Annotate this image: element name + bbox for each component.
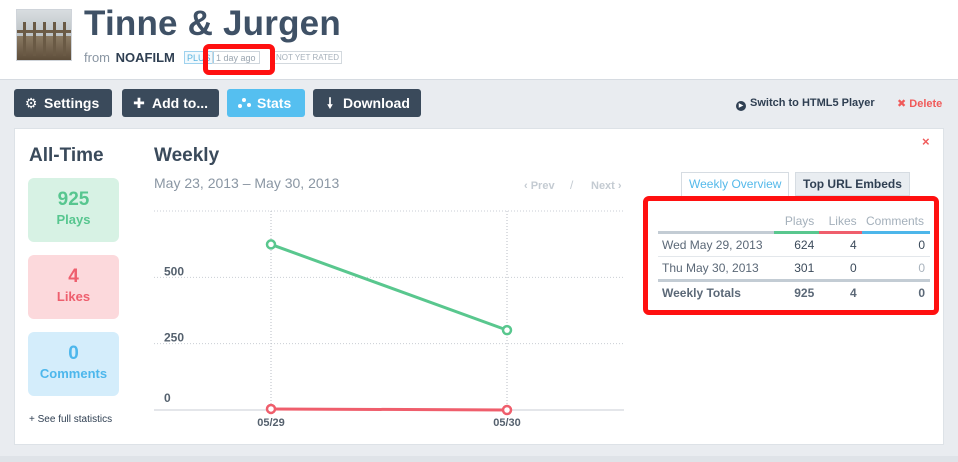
row-date: Thu May 30, 2013 xyxy=(658,256,774,281)
comments-card: 0 Comments xyxy=(28,332,119,396)
table-header-row: Plays Likes Comments xyxy=(658,211,930,234)
next-link[interactable]: Next › xyxy=(591,180,622,192)
x-icon: ✖ xyxy=(897,98,907,110)
full-statistics-link[interactable]: + See full statistics xyxy=(29,414,112,425)
header-comments: Comments xyxy=(861,211,930,234)
stats-button[interactable]: Stats xyxy=(227,89,305,117)
plays-count: 925 xyxy=(57,189,90,210)
likes-count: 4 xyxy=(68,266,79,287)
likes-card: 4 Likes xyxy=(28,255,119,319)
row-plays: 301 xyxy=(773,256,820,281)
stats-icon xyxy=(236,89,252,117)
video-byline: from NOAFILM xyxy=(84,50,175,65)
download-arrow-icon: 🠗 xyxy=(326,95,333,111)
age-badge-highlight xyxy=(203,44,275,75)
add-to-label: Add to... xyxy=(152,95,208,111)
settings-label: Settings xyxy=(44,95,100,111)
tab-weekly-overview[interactable]: Weekly Overview xyxy=(681,172,790,196)
prev-link[interactable]: ‹ Prev xyxy=(524,180,555,192)
header-likes: Likes xyxy=(819,211,862,234)
all-time-title: All-Time xyxy=(29,145,104,166)
likes-data-point xyxy=(501,404,513,416)
totals-plays: 925 xyxy=(773,278,820,304)
weekly-stats-table: Plays Likes Comments Wed May 29, 2013 62… xyxy=(658,211,930,304)
video-header: Tinne & Jurgen from NOAFILM PLUS 1 day a… xyxy=(0,0,958,80)
x-tick-label: 05/29 xyxy=(257,417,285,429)
download-label: Download xyxy=(343,95,410,111)
rating-badge: NOT YET RATED xyxy=(273,51,342,64)
nav-separator: / xyxy=(570,178,574,192)
play-circle-icon: ▶ xyxy=(736,101,746,111)
delete-link[interactable]: ✖ Delete xyxy=(897,97,942,110)
comments-count: 0 xyxy=(68,343,79,364)
row-date: Wed May 29, 2013 xyxy=(658,232,774,257)
comments-label: Comments xyxy=(39,366,108,381)
owner-link[interactable]: NOAFILM xyxy=(116,50,175,65)
likes-series-line xyxy=(270,407,508,412)
plays-card: 925 Plays xyxy=(28,178,119,242)
close-icon[interactable]: × xyxy=(922,134,930,149)
likes-data-point xyxy=(265,403,277,415)
from-prefix: from xyxy=(84,50,110,65)
weekly-chart: 0 250 500 05/29 05/30 xyxy=(154,210,624,429)
switch-html5-label: Switch to HTML5 Player xyxy=(750,97,875,109)
header-plays: Plays xyxy=(773,211,820,234)
totals-likes: 4 xyxy=(819,278,862,304)
totals-label: Weekly Totals xyxy=(658,278,774,304)
video-title: Tinne & Jurgen xyxy=(84,4,341,43)
row-likes: 4 xyxy=(819,232,862,257)
tab-top-url-embeds[interactable]: Top URL Embeds xyxy=(795,172,910,196)
row-plays: 624 xyxy=(773,232,820,257)
y-tick-label: 250 xyxy=(164,331,184,345)
table-row: Wed May 29, 2013 624 4 0 xyxy=(658,232,930,257)
plays-label: Plays xyxy=(56,212,91,227)
plays-series-line xyxy=(270,243,508,332)
row-likes: 0 xyxy=(819,256,862,281)
date-range: May 23, 2013 – May 30, 2013 xyxy=(154,175,340,191)
delete-label: Delete xyxy=(909,98,943,110)
page-footer-strip xyxy=(0,456,958,462)
video-thumbnail[interactable] xyxy=(16,9,72,61)
settings-button[interactable]: ⚙ Settings xyxy=(14,89,112,117)
header-date xyxy=(658,211,774,234)
plays-data-point xyxy=(501,324,513,336)
y-tick-label: 500 xyxy=(164,264,184,278)
gear-icon: ⚙ xyxy=(24,95,38,111)
plus-icon: ✚ xyxy=(133,95,145,111)
stats-label: Stats xyxy=(257,95,292,111)
weekly-title: Weekly xyxy=(154,145,220,166)
totals-row: Weekly Totals 925 4 0 xyxy=(658,278,930,304)
row-comments: 0 xyxy=(861,232,930,257)
row-comments: 0 xyxy=(861,256,930,281)
download-button[interactable]: 🠗 Download xyxy=(313,89,421,117)
add-to-button[interactable]: ✚ Add to... xyxy=(122,89,219,117)
table-row: Thu May 30, 2013 301 0 0 xyxy=(658,256,930,281)
x-tick-label: 05/30 xyxy=(493,417,521,429)
totals-comments: 0 xyxy=(861,278,930,304)
likes-label: Likes xyxy=(56,289,91,304)
plays-data-point xyxy=(265,239,277,250)
y-tick-label: 0 xyxy=(164,391,171,405)
switch-html5-link[interactable]: ▶ Switch to HTML5 Player xyxy=(736,97,875,111)
